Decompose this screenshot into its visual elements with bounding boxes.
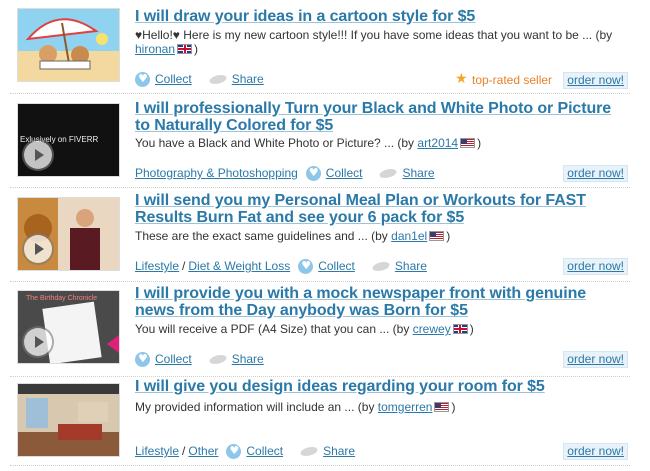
seller-link[interactable]: crewey xyxy=(413,322,451,336)
desc-close-paren: ) xyxy=(446,229,451,243)
gig-title-link[interactable]: I will professionally Turn your Black an… xyxy=(135,100,625,134)
gig-title-link[interactable]: I will send you my Personal Meal Plan or… xyxy=(135,192,625,226)
share-link[interactable]: Share xyxy=(232,71,264,87)
top-rated-badge: top-rated seller xyxy=(455,71,553,88)
order-now-button[interactable]: order now! xyxy=(563,351,628,368)
category-separator: / xyxy=(182,259,186,273)
gig-description-text: My provided information will include an … xyxy=(135,400,375,414)
pink-arrow-graphic xyxy=(107,335,119,353)
gig-item: The Birthday Chronicle I will provide yo… xyxy=(0,282,650,377)
share-link[interactable]: Share xyxy=(232,351,264,367)
seller-link[interactable]: tomgerren xyxy=(378,400,433,414)
medal-icon xyxy=(455,71,469,87)
subcategory-link[interactable]: Diet & Weight Loss xyxy=(188,258,290,274)
order-now-button[interactable]: order now! xyxy=(563,258,628,275)
gig-description-text: ♥Hello!♥ Here is my new cartoon style!!!… xyxy=(135,28,613,42)
uk-flag-icon xyxy=(452,324,468,334)
heart-icon[interactable] xyxy=(305,165,321,181)
us-flag-icon xyxy=(434,402,450,412)
us-flag-icon xyxy=(429,231,445,241)
heart-icon[interactable] xyxy=(298,258,314,274)
seller-link[interactable]: dan1el xyxy=(391,229,427,243)
collect-link[interactable]: Collect xyxy=(155,71,192,87)
bird-icon xyxy=(373,260,391,272)
cartoon-beach-image xyxy=(18,9,119,81)
subcategory-link[interactable]: Other xyxy=(188,443,218,459)
heart-icon[interactable] xyxy=(135,351,150,367)
play-icon[interactable] xyxy=(24,328,52,356)
gig-actions: Collect Share xyxy=(135,351,264,367)
us-flag-icon xyxy=(460,138,476,148)
gig-title-link[interactable]: I will provide you with a mock newspaper… xyxy=(135,285,625,319)
gig-actions: Collect Share xyxy=(135,71,264,87)
gig-description: These are the exact same guidelines and … xyxy=(135,229,635,243)
gig-actions: Photography & Photoshopping Collect Shar… xyxy=(135,165,435,181)
bird-icon xyxy=(380,167,398,179)
collect-link[interactable]: Collect xyxy=(155,351,192,367)
gig-item: I will give you design ideas regarding y… xyxy=(0,377,650,471)
gig-description: You have a Black and White Photo or Pict… xyxy=(135,136,635,150)
bird-icon xyxy=(210,73,228,85)
heart-icon[interactable] xyxy=(226,443,242,459)
uk-flag-icon xyxy=(177,44,193,54)
divider xyxy=(10,465,630,466)
collect-link[interactable]: Collect xyxy=(326,165,363,181)
heart-icon[interactable] xyxy=(135,71,150,87)
gig-item: Exlusively on FIVERR I will professional… xyxy=(0,94,650,188)
gig-description-text: You will receive a PDF (A4 Size) that yo… xyxy=(135,322,410,336)
gig-thumbnail-video[interactable]: Exlusively on FIVERR xyxy=(17,103,120,177)
bird-icon xyxy=(210,353,228,365)
gig-title-link[interactable]: I will give you design ideas regarding y… xyxy=(135,378,625,395)
gig-thumbnail-room[interactable] xyxy=(17,383,120,457)
collect-link[interactable]: Collect xyxy=(318,258,355,274)
play-icon[interactable] xyxy=(24,141,52,169)
gig-title-link[interactable]: I will draw your ideas in a cartoon styl… xyxy=(135,8,625,25)
gig-item: I will send you my Personal Meal Plan or… xyxy=(0,188,650,282)
thumbnail-caption: The Birthday Chronicle xyxy=(26,295,98,302)
gig-description: You will receive a PDF (A4 Size) that yo… xyxy=(135,322,635,336)
category-link[interactable]: Photography & Photoshopping xyxy=(135,165,298,181)
category-link[interactable]: Lifestyle xyxy=(135,443,179,459)
category-link[interactable]: Lifestyle xyxy=(135,258,179,274)
gig-description-text: You have a Black and White Photo or Pict… xyxy=(135,136,415,150)
share-link[interactable]: Share xyxy=(323,443,355,459)
gig-thumbnail-video[interactable]: The Birthday Chronicle xyxy=(17,290,120,364)
order-now-button[interactable]: order now! xyxy=(563,165,628,182)
collect-link[interactable]: Collect xyxy=(246,443,283,459)
seller-link[interactable]: art2014 xyxy=(417,136,458,150)
gig-thumbnail-cartoon[interactable] xyxy=(17,8,120,82)
gig-actions: Lifestyle / Diet & Weight Loss Collect S… xyxy=(135,258,427,274)
category-separator: / xyxy=(182,444,186,458)
order-now-button[interactable]: order now! xyxy=(563,443,628,460)
gig-item: I will draw your ideas in a cartoon styl… xyxy=(0,0,650,94)
newspaper-graphic xyxy=(42,301,102,363)
play-icon[interactable] xyxy=(24,235,52,263)
share-link[interactable]: Share xyxy=(395,258,427,274)
desc-close-paren: ) xyxy=(469,322,474,336)
order-now-button[interactable]: order now! xyxy=(563,72,628,89)
share-link[interactable]: Share xyxy=(402,165,434,181)
top-rated-label: top-rated seller xyxy=(472,73,553,87)
gig-description-text: These are the exact same guidelines and … xyxy=(135,229,388,243)
desc-close-paren: ) xyxy=(451,400,456,414)
bird-icon xyxy=(301,445,319,457)
desc-close-paren: ) xyxy=(477,136,482,150)
seller-link[interactable]: hironan xyxy=(135,42,175,56)
room-interior-image xyxy=(18,384,119,456)
gig-actions: Lifestyle / Other Collect Share xyxy=(135,443,355,459)
desc-close-paren: ) xyxy=(194,42,199,56)
gig-description: ♥Hello!♥ Here is my new cartoon style!!!… xyxy=(135,28,635,56)
gig-thumbnail-video[interactable] xyxy=(17,197,120,271)
gig-description: My provided information will include an … xyxy=(135,400,635,414)
